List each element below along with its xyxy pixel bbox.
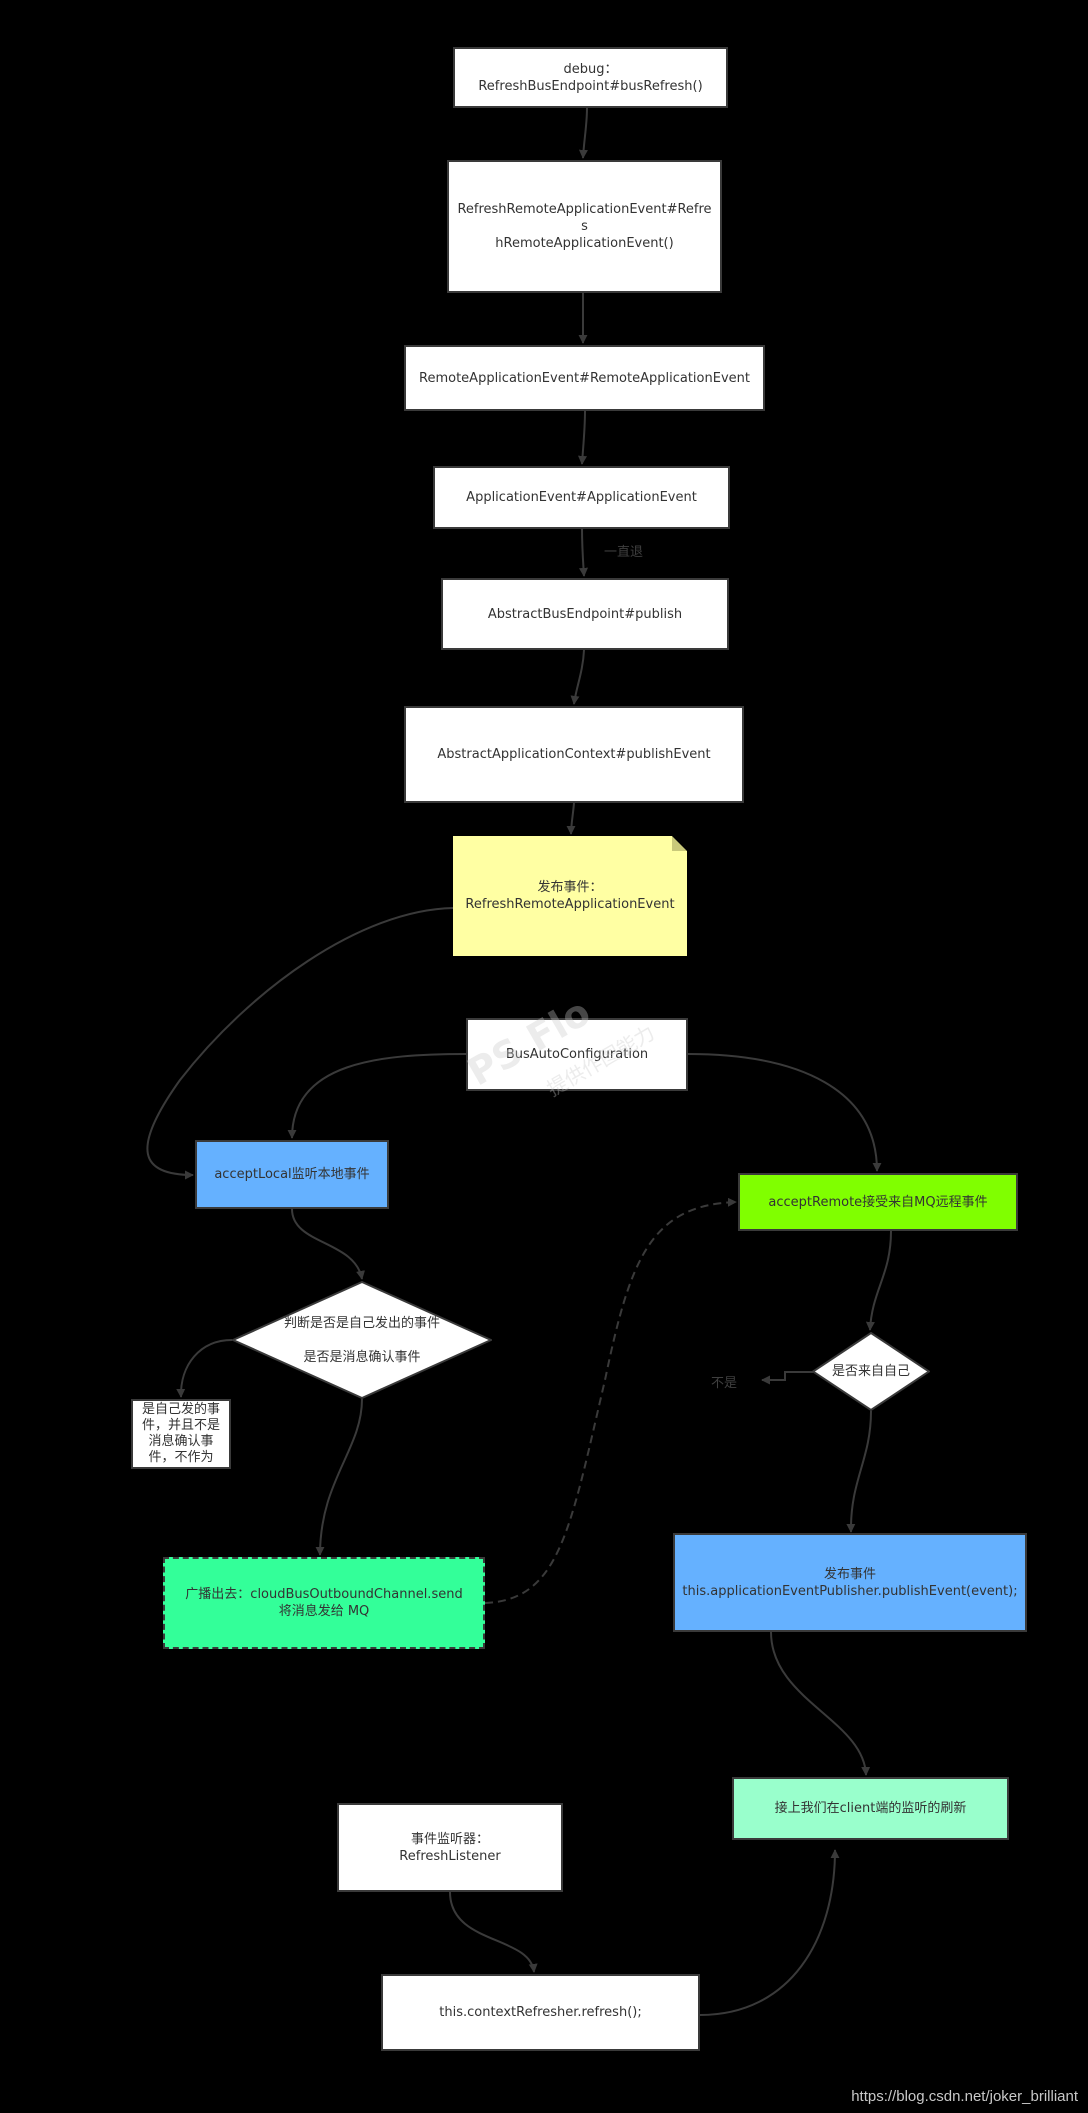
decision-remote-origin[interactable]: 是否来自自己 <box>811 1331 931 1412</box>
edge-refresh-listener-to-context-refresher <box>449 1891 538 1973</box>
edge-context-refresher-to-client-refresh <box>699 1849 840 2016</box>
node-broadcast-to-mq[interactable]: 广播出去：cloudBusOutboundChannel.send 将消息发给 … <box>163 1557 485 1649</box>
node-client-refresh[interactable]: 接上我们在client端的监听的刷新 <box>732 1777 1009 1840</box>
node-bus-auto-configuration-label: BusAutoConfiguration <box>505 1047 649 1062</box>
edge-note-to-accept-local <box>146 907 454 1180</box>
edge-abstract-bus-endpoint-to-abstract-app-context <box>570 649 585 705</box>
edge-accept-local-to-decision-local <box>291 1208 365 1280</box>
node-publish-event[interactable]: 发布事件 this.applicationEventPublisher.publ… <box>673 1533 1027 1632</box>
decision-local-label: 判断是否是自己发出的事件 是否是消息确认事件 <box>283 1315 440 1365</box>
edge-decision-local-to-self-event-box <box>176 1339 233 1398</box>
node-abstract-app-context[interactable]: AbstractApplicationContext#publishEvent <box>404 706 744 803</box>
node-bus-auto-configuration[interactable]: BusAutoConfiguration <box>466 1018 688 1091</box>
node-abstract-app-context-label: AbstractApplicationContext#publishEvent <box>437 747 711 762</box>
edge-publish-event-to-client-refresh <box>770 1631 871 1776</box>
edge-decision-remote-to-publish-event <box>846 1410 872 1533</box>
node-context-refresher[interactable]: this.contextRefresher.refresh(); <box>381 1974 700 2051</box>
node-context-refresher-label: this.contextRefresher.refresh(); <box>439 2005 642 2020</box>
edge-bus-auto-config-to-accept-local <box>287 1053 467 1139</box>
node-app-event-label: ApplicationEvent#ApplicationEvent <box>466 490 697 505</box>
note-publish-event-label: 发布事件： RefreshRemoteApplicationEvent <box>465 880 675 912</box>
node-self-event-ignore-label: 是自己发的事件，并且不是消息确认事件，不作为 <box>141 1402 220 1465</box>
edge-label-keep-going-back: 一直退 <box>604 545 644 560</box>
decision-local-event[interactable]: 判断是否是自己发出的事件 是否是消息确认事件 <box>230 1280 494 1400</box>
node-refresh-remote-app-event-ctor-label: RefreshRemoteApplicationEvent#Refres hRe… <box>457 202 712 251</box>
node-accept-remote-label: acceptRemote接受来自MQ远程事件 <box>768 1194 988 1210</box>
node-abstract-bus-endpoint-label: AbstractBusEndpoint#publish <box>487 606 683 622</box>
edge-debug-to-refresh-remote-ctor <box>578 107 588 159</box>
node-abstract-bus-endpoint[interactable]: AbstractBusEndpoint#publish <box>441 578 729 650</box>
node-debug-bus-refresh[interactable]: debug： RefreshBusEndpoint#busRefresh() <box>453 47 728 108</box>
node-remote-app-event-label: RemoteApplicationEvent#RemoteApplication… <box>419 370 750 386</box>
node-refresh-listener[interactable]: 事件监听器： RefreshListener <box>337 1803 563 1892</box>
node-accept-remote[interactable]: acceptRemote接受来自MQ远程事件 <box>738 1173 1018 1231</box>
edge-app-event-to-abstract-bus-endpoint <box>579 527 588 577</box>
node-refresh-remote-app-event-ctor[interactable]: RefreshRemoteApplicationEvent#Refres hRe… <box>447 160 722 293</box>
node-self-event-ignore[interactable]: 是自己发的事件，并且不是消息确认事件，不作为 <box>131 1399 231 1469</box>
edge-remote-app-event-to-app-event <box>578 410 587 465</box>
node-debug-bus-refresh-label: debug： RefreshBusEndpoint#busRefresh() <box>478 61 703 94</box>
edge-decision-local-to-broadcast <box>315 1398 363 1556</box>
node-publish-event-label: 发布事件 this.applicationEventPublisher.publ… <box>682 1566 1018 1599</box>
edge-decision-remote-to-not-self <box>761 1371 813 1385</box>
note-publish-event[interactable]: 发布事件： RefreshRemoteApplicationEvent <box>453 836 687 956</box>
decision-remote-label: 是否来自自己 <box>831 1364 910 1379</box>
node-client-refresh-label: 接上我们在client端的监听的刷新 <box>774 1801 967 1816</box>
node-broadcast-to-mq-label: 广播出去：cloudBusOutboundChannel.send 将消息发给 … <box>185 1587 463 1619</box>
node-app-event[interactable]: ApplicationEvent#ApplicationEvent <box>433 466 730 529</box>
edge-abstract-app-context-to-note <box>566 802 576 835</box>
node-accept-local[interactable]: acceptLocal监听本地事件 <box>195 1140 389 1209</box>
note-fold-corner <box>672 836 687 851</box>
node-remote-app-event[interactable]: RemoteApplicationEvent#RemoteApplication… <box>404 345 765 411</box>
edge-label-not-self: 不是 <box>711 1376 738 1391</box>
node-accept-local-label: acceptLocal监听本地事件 <box>214 1167 370 1182</box>
edge-bus-auto-config-to-accept-remote <box>687 1053 882 1172</box>
node-refresh-listener-label: 事件监听器： RefreshListener <box>399 1831 501 1864</box>
edge-accept-remote-to-decision-remote <box>865 1230 892 1331</box>
source-url-watermark: https://blog.csdn.net/joker_brilliant <box>851 2088 1078 2105</box>
